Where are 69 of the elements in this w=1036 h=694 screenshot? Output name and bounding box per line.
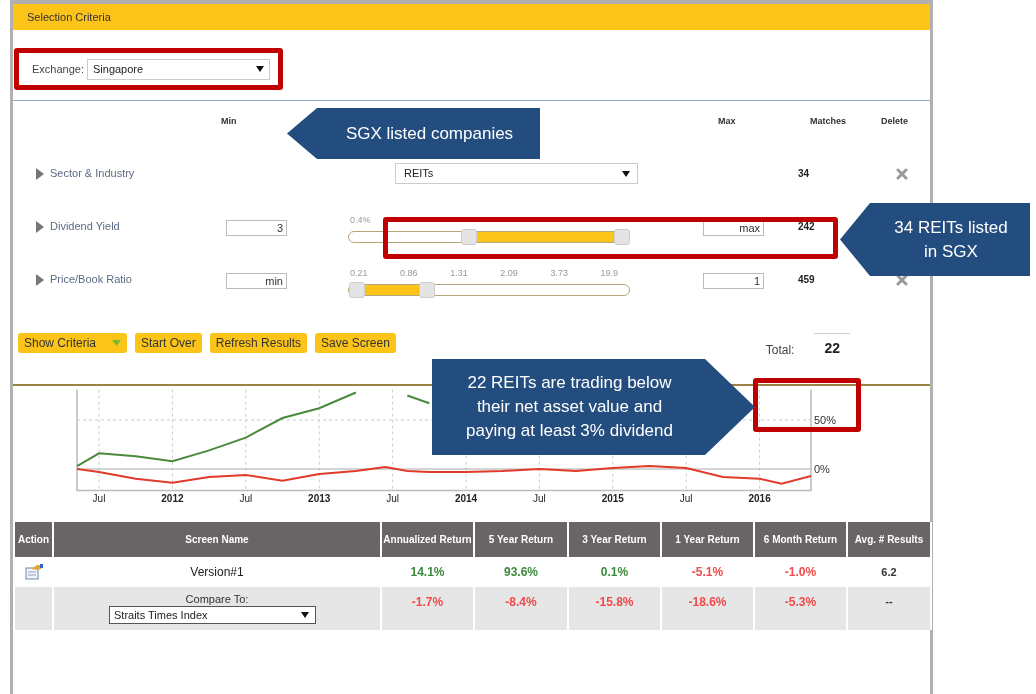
axis-label: 0% [814, 463, 830, 476]
max-input[interactable]: max [703, 219, 764, 236]
scale-label: 0.21 [350, 266, 368, 280]
axis-label: 50% [814, 414, 837, 426]
scale-label: 19.9 [600, 266, 618, 280]
table-cell: -15.8% [568, 587, 661, 630]
slider-thumb[interactable] [419, 282, 436, 299]
expand-triangle-icon[interactable] [36, 167, 44, 180]
panel-title: Selection Criteria [27, 9, 111, 25]
table-cell: -5.3% [754, 587, 847, 630]
dropdown-value: Straits Times Index [114, 607, 208, 623]
slider-track[interactable] [348, 231, 630, 244]
scale-label: 0.4% [350, 213, 371, 227]
table-cell: -- [847, 587, 931, 630]
scale-label: 1.31 [450, 266, 468, 280]
criterion-label[interactable]: Sector & Industry [50, 165, 135, 182]
axis-label: Jul [92, 493, 106, 504]
match-count: 242 [797, 220, 816, 234]
caret-icon [112, 340, 122, 346]
column-header: Max [717, 115, 737, 128]
criterion-label[interactable]: Dividend Yield [50, 218, 120, 235]
total-label: Total: [765, 342, 795, 359]
exchange-dropdown[interactable]: Singapore [87, 58, 270, 80]
toolbar-button[interactable]: Start Over [135, 333, 202, 353]
column-header: Delete [880, 115, 909, 128]
scale-label: 0.86 [400, 266, 418, 280]
delete-icon[interactable] [896, 273, 908, 286]
caret-icon [301, 612, 309, 618]
table-cell: -8.4% [474, 587, 568, 630]
slider-thumb[interactable] [614, 229, 630, 246]
axis-label: 2014 [454, 493, 478, 504]
toolbar-button[interactable]: Save Screen [315, 333, 396, 353]
max-input[interactable]: 1 [703, 272, 764, 289]
field-label: Exchange: [32, 61, 84, 77]
compare-label: Compare To: [185, 593, 249, 606]
column-header: Matches [809, 115, 847, 128]
dropdown-value: Singapore [93, 61, 144, 77]
table-cell: -1.7% [381, 587, 474, 630]
min-input[interactable]: 3 [226, 219, 287, 236]
caret-icon [256, 66, 264, 72]
criterion-label[interactable]: Price/Book Ratio [50, 271, 132, 288]
axis-label: 2013 [308, 493, 331, 504]
total-count: 22 [814, 333, 850, 359]
toolbar-button[interactable]: Show Criteria [18, 333, 128, 353]
compare-dropdown[interactable]: Straits Times Index [109, 606, 316, 624]
caret-icon [622, 170, 630, 177]
slider-thumb[interactable] [461, 229, 478, 246]
slider-track[interactable] [348, 284, 630, 297]
sector-dropdown[interactable]: REITs [395, 163, 638, 184]
axis-label: Jul [386, 493, 399, 504]
axis-label: Jul [239, 493, 253, 504]
edit-note-icon[interactable] [24, 564, 43, 580]
slider-thumb[interactable] [349, 282, 366, 299]
min-input[interactable]: min [226, 272, 287, 289]
column-header: Min [220, 115, 238, 128]
toolbar-button[interactable]: Refresh Results [209, 333, 308, 353]
axis-label: Jul [679, 493, 693, 504]
axis-label: 2012 [161, 493, 184, 504]
scale-label: 2.09 [500, 266, 518, 280]
dropdown-value: REITs [404, 166, 434, 182]
table-cell: -18.6% [661, 587, 754, 630]
axis-label: 2015 [601, 493, 624, 504]
match-count: 459 [797, 273, 816, 287]
expand-triangle-icon[interactable] [36, 273, 44, 286]
axis-label: 2016 [748, 493, 771, 504]
scale-label: 3.73 [550, 266, 568, 280]
match-count: 34 [797, 167, 811, 181]
expand-triangle-icon[interactable] [36, 220, 44, 233]
axis-label: Jul [533, 493, 546, 504]
